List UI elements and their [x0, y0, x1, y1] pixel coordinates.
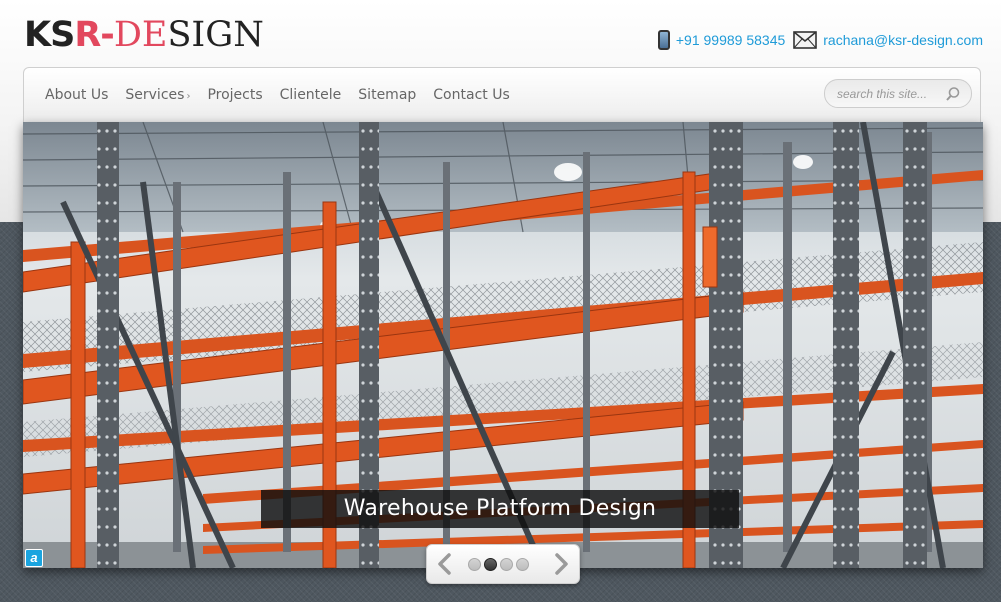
contact-info: +91 99989 58345 rachana@ksr-design.com [657, 28, 983, 52]
slide-dot-3[interactable] [500, 558, 513, 571]
main-menu: About Us Services › Projects Clientele Si… [45, 87, 527, 103]
nav-item-projects[interactable]: Projects [207, 87, 262, 103]
image-slider: Warehouse Platform Design a [23, 122, 983, 568]
main-navigation-bar: About Us Services › Projects Clientele Si… [23, 67, 981, 123]
submenu-arrow-icon: › [186, 91, 191, 102]
nav-item-sitemap[interactable]: Sitemap [358, 87, 416, 103]
next-arrow-icon[interactable] [551, 552, 571, 576]
slide-caption: Warehouse Platform Design [261, 490, 739, 528]
slide-dot-4[interactable] [516, 558, 529, 571]
search-input[interactable] [837, 86, 937, 102]
prev-arrow-icon[interactable] [435, 552, 455, 576]
envelope-icon [793, 31, 818, 49]
nav-item-about-us[interactable]: About Us [45, 87, 108, 103]
slide-dot-2[interactable] [484, 558, 497, 571]
search-icon[interactable] [945, 86, 961, 102]
slider-pager [426, 544, 580, 584]
nav-item-contact-us[interactable]: Contact Us [433, 87, 509, 103]
slider-badge-icon: a [25, 549, 43, 567]
mobile-phone-icon [657, 30, 670, 50]
slide-dot-1[interactable] [468, 558, 481, 571]
search-box [824, 79, 972, 108]
nav-item-clientele[interactable]: Clientele [280, 87, 342, 103]
email-link[interactable]: rachana@ksr-design.com [823, 32, 983, 48]
site-logo[interactable]: KSR-DESIGN [24, 15, 264, 55]
phone-number[interactable]: +91 99989 58345 [676, 32, 785, 48]
nav-item-services[interactable]: Services › [125, 87, 190, 103]
slide-dots [468, 558, 529, 571]
